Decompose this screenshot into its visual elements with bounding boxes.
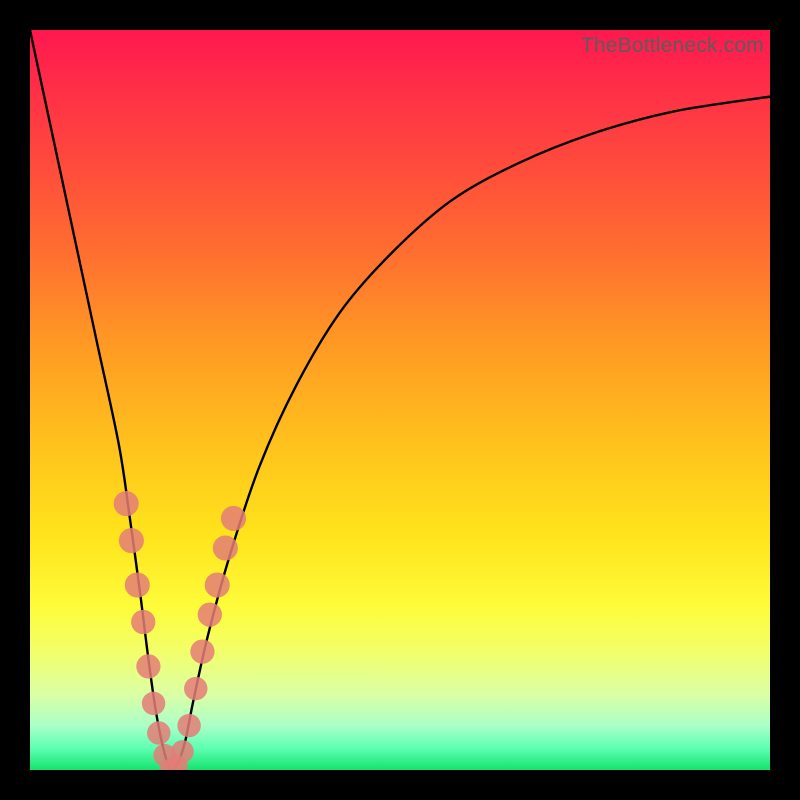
chart-frame: TheBottleneck.com xyxy=(0,0,800,800)
marker-bead xyxy=(147,721,170,744)
marker-bead xyxy=(131,610,155,634)
marker-bead xyxy=(119,528,144,553)
marker-bead xyxy=(125,572,150,597)
marker-bead xyxy=(205,572,230,597)
marker-bead xyxy=(177,714,200,737)
marker-bead xyxy=(190,639,214,663)
marker-bead xyxy=(142,692,165,715)
marker-bead xyxy=(213,535,238,560)
chart-plot-area: TheBottleneck.com xyxy=(30,30,770,770)
marker-bead xyxy=(171,740,194,763)
chart-svg xyxy=(30,30,770,770)
marker-bead xyxy=(136,654,160,678)
marker-bead xyxy=(184,677,207,700)
marker-bead xyxy=(114,491,139,516)
marker-bead xyxy=(198,602,222,626)
marker-beads xyxy=(114,491,246,770)
marker-bead xyxy=(221,506,246,531)
